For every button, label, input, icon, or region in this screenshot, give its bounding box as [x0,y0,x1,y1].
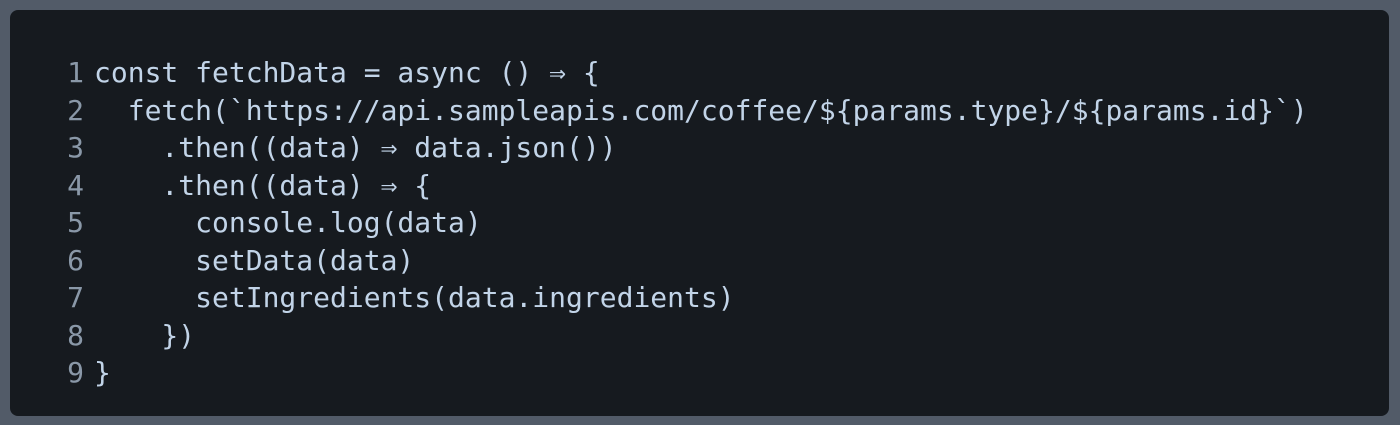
code-line: 7 setIngredients(data.ingredients) [62,279,1369,317]
line-text: fetch(`https://api.sampleapis.com/coffee… [94,93,1308,127]
code-line: 9 } [62,354,1369,392]
line-text: const fetchData = async () ⇒ { [94,56,600,89]
line-text: .then((data) ⇒ { [94,168,432,202]
code-block: 1 const fetchData = async () ⇒ { 2 fetch… [10,10,1389,416]
code-line: 3 .then((data) ⇒ data.json()) [62,129,1369,167]
line-number: 5 [67,206,84,239]
line-number: 9 [67,356,84,389]
line-text: } [94,356,111,389]
line-number: 7 [67,281,84,314]
line-text: .then((data) ⇒ data.json()) [94,131,617,164]
line-number: 3 [67,131,84,164]
code-line: 4 .then((data) ⇒ { [62,167,1369,205]
line-number: 1 [67,56,84,89]
line-number: 2 [67,93,84,127]
line-text: }) [94,318,196,352]
code-line: 2 fetch(`https://api.sampleapis.com/coff… [62,92,1369,130]
code-line: 1 const fetchData = async () ⇒ { [62,54,1369,92]
line-number: 8 [67,318,84,352]
code-content: 1 const fetchData = async () ⇒ { 2 fetch… [62,54,1369,392]
line-text: console.log(data) [94,206,482,239]
line-number: 4 [67,168,84,202]
code-line: 5 console.log(data) [62,204,1369,242]
line-text: setIngredients(data.ingredients) [94,281,735,314]
line-text: setData(data) [94,243,415,277]
line-number: 6 [67,243,84,277]
code-line: 8 }) [62,317,1369,355]
code-line: 6 setData(data) [62,242,1369,280]
